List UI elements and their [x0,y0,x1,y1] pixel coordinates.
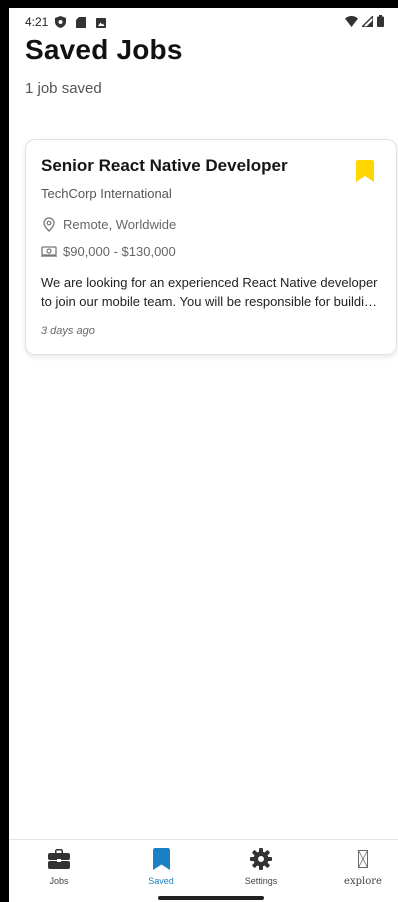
status-time: 4:21 [25,15,49,29]
tab-saved[interactable]: Saved [121,846,201,894]
app-screen: 4:21 Saved Jobs 1 job saved Senior React… [9,8,398,902]
bookmark-filled-icon [356,160,374,182]
tab-jobs[interactable]: Jobs [19,846,99,894]
battery-icon [377,14,384,32]
job-location: Remote, Worldwide [63,216,177,232]
wifi-icon [345,14,358,32]
gear-icon [250,846,272,872]
bookmark-button[interactable] [356,160,374,182]
company-name: TechCorp International [41,186,172,201]
bottom-tab-bar: Jobs Saved Settings explore [9,839,398,902]
status-bar: 4:21 [9,8,398,34]
tab-label-explore: explore [344,876,382,887]
tab-label-saved: Saved [148,876,174,886]
signal-icon [360,14,374,32]
job-title: Senior React Native Developer [41,156,288,175]
location-pin-icon [41,216,57,232]
bookmark-icon [152,846,170,872]
tab-label-jobs: Jobs [49,876,69,886]
sd-card-icon [76,15,86,33]
location-row: Remote, Worldwide [41,216,176,232]
job-salary: $90,000 - $130,000 [63,243,176,259]
status-notification-icons [55,15,106,33]
tab-settings[interactable]: Settings [221,846,301,894]
status-system-icons [345,14,384,32]
image-icon [96,15,106,33]
home-indicator[interactable] [158,896,264,900]
job-description: We are looking for an experienced React … [41,275,379,309]
shield-icon [55,15,66,33]
job-card[interactable]: Senior React Native Developer TechCorp I… [25,139,397,355]
missing-glyph-icon [358,846,368,872]
cash-icon [41,243,57,259]
page-title: Saved Jobs [25,34,183,65]
briefcase-icon [48,846,70,872]
posted-time: 3 days ago [41,325,95,337]
salary-row: $90,000 - $130,000 [41,243,176,259]
saved-count: 1 job saved [25,80,102,97]
tab-label-settings: Settings [244,876,278,886]
tab-explore[interactable]: explore [323,846,398,894]
